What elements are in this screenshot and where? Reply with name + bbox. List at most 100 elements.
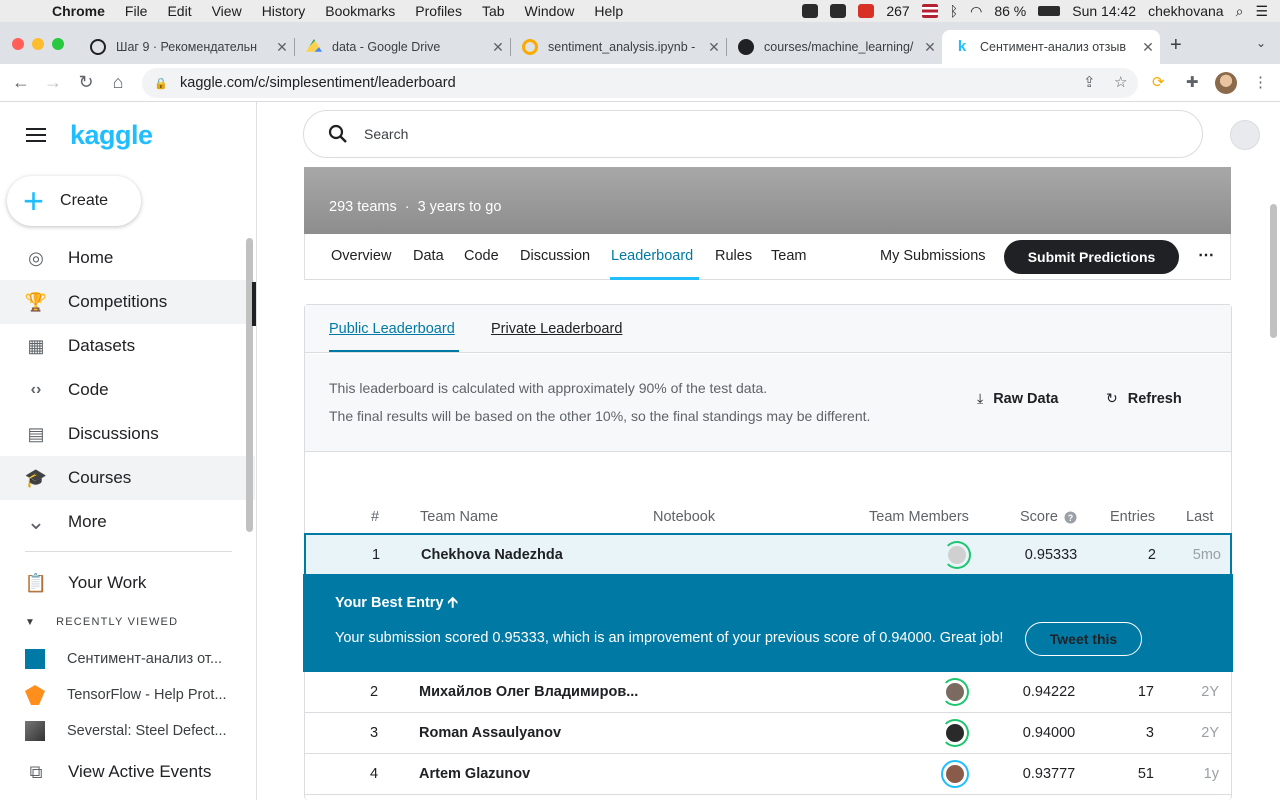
menu-file[interactable]: File: [125, 3, 148, 19]
member-avatar[interactable]: [941, 719, 969, 747]
tab-data[interactable]: Data: [413, 248, 444, 264]
browser-tab[interactable]: Шаг 9 · Рекомендательн ✕: [78, 30, 295, 64]
sidebar-item-datasets[interactable]: ▦ Datasets: [0, 324, 255, 368]
browser-tab[interactable]: courses/machine_learning/ ✕: [726, 30, 942, 64]
sidebar-item-competitions[interactable]: 🏆 Competitions: [0, 280, 255, 324]
bluetooth-icon[interactable]: ᛒ: [950, 3, 958, 19]
my-submissions-link[interactable]: My Submissions: [880, 248, 986, 264]
zoom-window-icon[interactable]: [52, 38, 64, 50]
sidebar-item-your-work[interactable]: 📋 Your Work: [0, 561, 255, 605]
url-text[interactable]: kaggle.com/c/simplesentiment/leaderboard: [180, 75, 456, 91]
column-rank[interactable]: #: [371, 509, 379, 525]
tab-public-leaderboard[interactable]: Public Leaderboard: [329, 321, 455, 337]
column-team-members[interactable]: Team Members: [869, 509, 969, 525]
refresh-button[interactable]: ↻ Refresh: [1106, 390, 1182, 407]
clock[interactable]: Sun 14:42: [1072, 3, 1136, 19]
menu-view[interactable]: View: [212, 3, 242, 19]
menu-tab[interactable]: Tab: [482, 3, 505, 19]
control-center-icon[interactable]: ☰: [1255, 3, 1268, 20]
member-avatar[interactable]: [941, 678, 969, 706]
menu-window[interactable]: Window: [525, 3, 575, 19]
table-row[interactable]: 3 Roman Assaulyanov 0.94000 3 2Y: [304, 713, 1232, 754]
profile-avatar[interactable]: [1215, 72, 1237, 94]
table-row[interactable]: 2 Михайлов Олег Владимиров... 0.94222 17…: [304, 672, 1232, 713]
close-tab-icon[interactable]: ✕: [270, 39, 294, 56]
column-last[interactable]: Last: [1186, 509, 1213, 525]
column-score[interactable]: Score: [1020, 509, 1058, 525]
raw-data-button[interactable]: ⤓ Raw Data: [977, 390, 1058, 407]
recently-viewed-heading[interactable]: ▼ RECENTLY VIEWED: [25, 616, 178, 628]
recent-item[interactable]: Severstal: Steel Defect...: [25, 721, 245, 741]
column-notebook[interactable]: Notebook: [653, 509, 715, 525]
hamburger-menu-icon[interactable]: [26, 128, 46, 146]
tab-leaderboard[interactable]: Leaderboard: [611, 248, 693, 264]
table-row[interactable]: 4 Artem Glazunov 0.93777 51 1y: [304, 754, 1232, 795]
telegram-icon[interactable]: [802, 4, 819, 18]
tab-overview[interactable]: Overview: [331, 248, 391, 264]
page-scrollbar[interactable]: [1270, 204, 1277, 338]
forward-icon[interactable]: →: [42, 72, 64, 93]
sidebar-item-code[interactable]: ‹› Code: [0, 368, 255, 412]
mail-icon[interactable]: [858, 4, 875, 18]
member-avatar[interactable]: [943, 541, 971, 569]
browser-tab-active[interactable]: k Сентимент-анализ отзыв ✕: [942, 30, 1160, 64]
home-icon[interactable]: ⌂: [107, 72, 129, 93]
extensions-icon[interactable]: ✚: [1186, 73, 1199, 91]
menu-profiles[interactable]: Profiles: [415, 3, 462, 19]
bookmark-star-icon[interactable]: ☆: [1114, 73, 1127, 91]
spotlight-icon[interactable]: ⌕: [1236, 3, 1244, 20]
kebab-menu-icon[interactable]: ⋮: [1253, 73, 1268, 91]
recent-item[interactable]: TensorFlow - Help Prot...: [25, 685, 245, 705]
address-bar[interactable]: 🔒 kaggle.com/c/simplesentiment/leaderboa…: [142, 68, 1138, 98]
search-input[interactable]: Search: [303, 110, 1203, 158]
tab-team[interactable]: Team: [771, 248, 806, 264]
sidebar-item-view-active-events[interactable]: ⧉ View Active Events: [0, 750, 255, 794]
user-avatar[interactable]: [1230, 120, 1260, 150]
menu-history[interactable]: History: [262, 3, 306, 19]
tab-code[interactable]: Code: [464, 248, 499, 264]
sync-extension-icon[interactable]: ⟳: [1152, 73, 1165, 91]
kaggle-logo[interactable]: kaggle: [70, 120, 153, 151]
close-tab-icon[interactable]: ✕: [918, 39, 942, 56]
tab-search-icon[interactable]: ⌄: [1256, 36, 1266, 50]
help-icon[interactable]: ?: [1062, 509, 1077, 528]
battery-percent[interactable]: 86 %: [994, 3, 1026, 19]
column-team-name[interactable]: Team Name: [420, 509, 498, 525]
menu-help[interactable]: Help: [594, 3, 623, 19]
menu-edit[interactable]: Edit: [167, 3, 191, 19]
tweet-button[interactable]: Tweet this: [1025, 622, 1142, 656]
table-row[interactable]: 1 Chekhova Nadezhda 0.95333 2 5mo: [304, 533, 1232, 574]
sidebar-item-home[interactable]: ◎ Home: [0, 236, 255, 280]
sidebar-item-more[interactable]: ⌄ More: [0, 500, 255, 544]
close-tab-icon[interactable]: ✕: [702, 39, 726, 56]
close-tab-icon[interactable]: ✕: [1136, 39, 1160, 56]
browser-tab[interactable]: sentiment_analysis.ipynb - ✕: [510, 30, 727, 64]
more-options-icon[interactable]: ⋯: [1198, 245, 1215, 265]
reload-icon[interactable]: ↻: [75, 72, 97, 93]
new-tab-icon[interactable]: +: [1170, 34, 1182, 57]
submit-predictions-button[interactable]: Submit Predictions: [1004, 240, 1179, 274]
close-window-icon[interactable]: [12, 38, 24, 50]
minimize-window-icon[interactable]: [32, 38, 44, 50]
back-icon[interactable]: ←: [10, 72, 32, 93]
column-entries[interactable]: Entries: [1110, 509, 1155, 525]
kaggle-favicon-icon: k: [957, 38, 967, 55]
browser-tab[interactable]: data - Google Drive ✕: [294, 30, 511, 64]
recent-item[interactable]: Сентимент-анализ от...: [25, 649, 245, 669]
input-language-icon[interactable]: [921, 4, 938, 18]
tab-discussion[interactable]: Discussion: [520, 248, 590, 264]
sidebar-item-courses[interactable]: 🎓 Courses: [0, 456, 255, 500]
menu-app[interactable]: Chrome: [52, 3, 105, 19]
tab-rules[interactable]: Rules: [715, 248, 752, 264]
lock-icon[interactable]: 🔒: [154, 77, 168, 90]
wifi-icon[interactable]: ◠: [970, 3, 982, 20]
close-tab-icon[interactable]: ✕: [486, 39, 510, 56]
app-status-icon[interactable]: [830, 4, 847, 18]
member-avatar[interactable]: [941, 760, 969, 788]
tab-private-leaderboard[interactable]: Private Leaderboard: [491, 321, 622, 337]
create-button[interactable]: + Create: [7, 176, 141, 226]
share-icon[interactable]: ⇪: [1083, 73, 1096, 91]
user-name[interactable]: chekhovana: [1148, 3, 1224, 19]
menu-bookmarks[interactable]: Bookmarks: [325, 3, 395, 19]
sidebar-item-discussions[interactable]: ▤ Discussions: [0, 412, 255, 456]
